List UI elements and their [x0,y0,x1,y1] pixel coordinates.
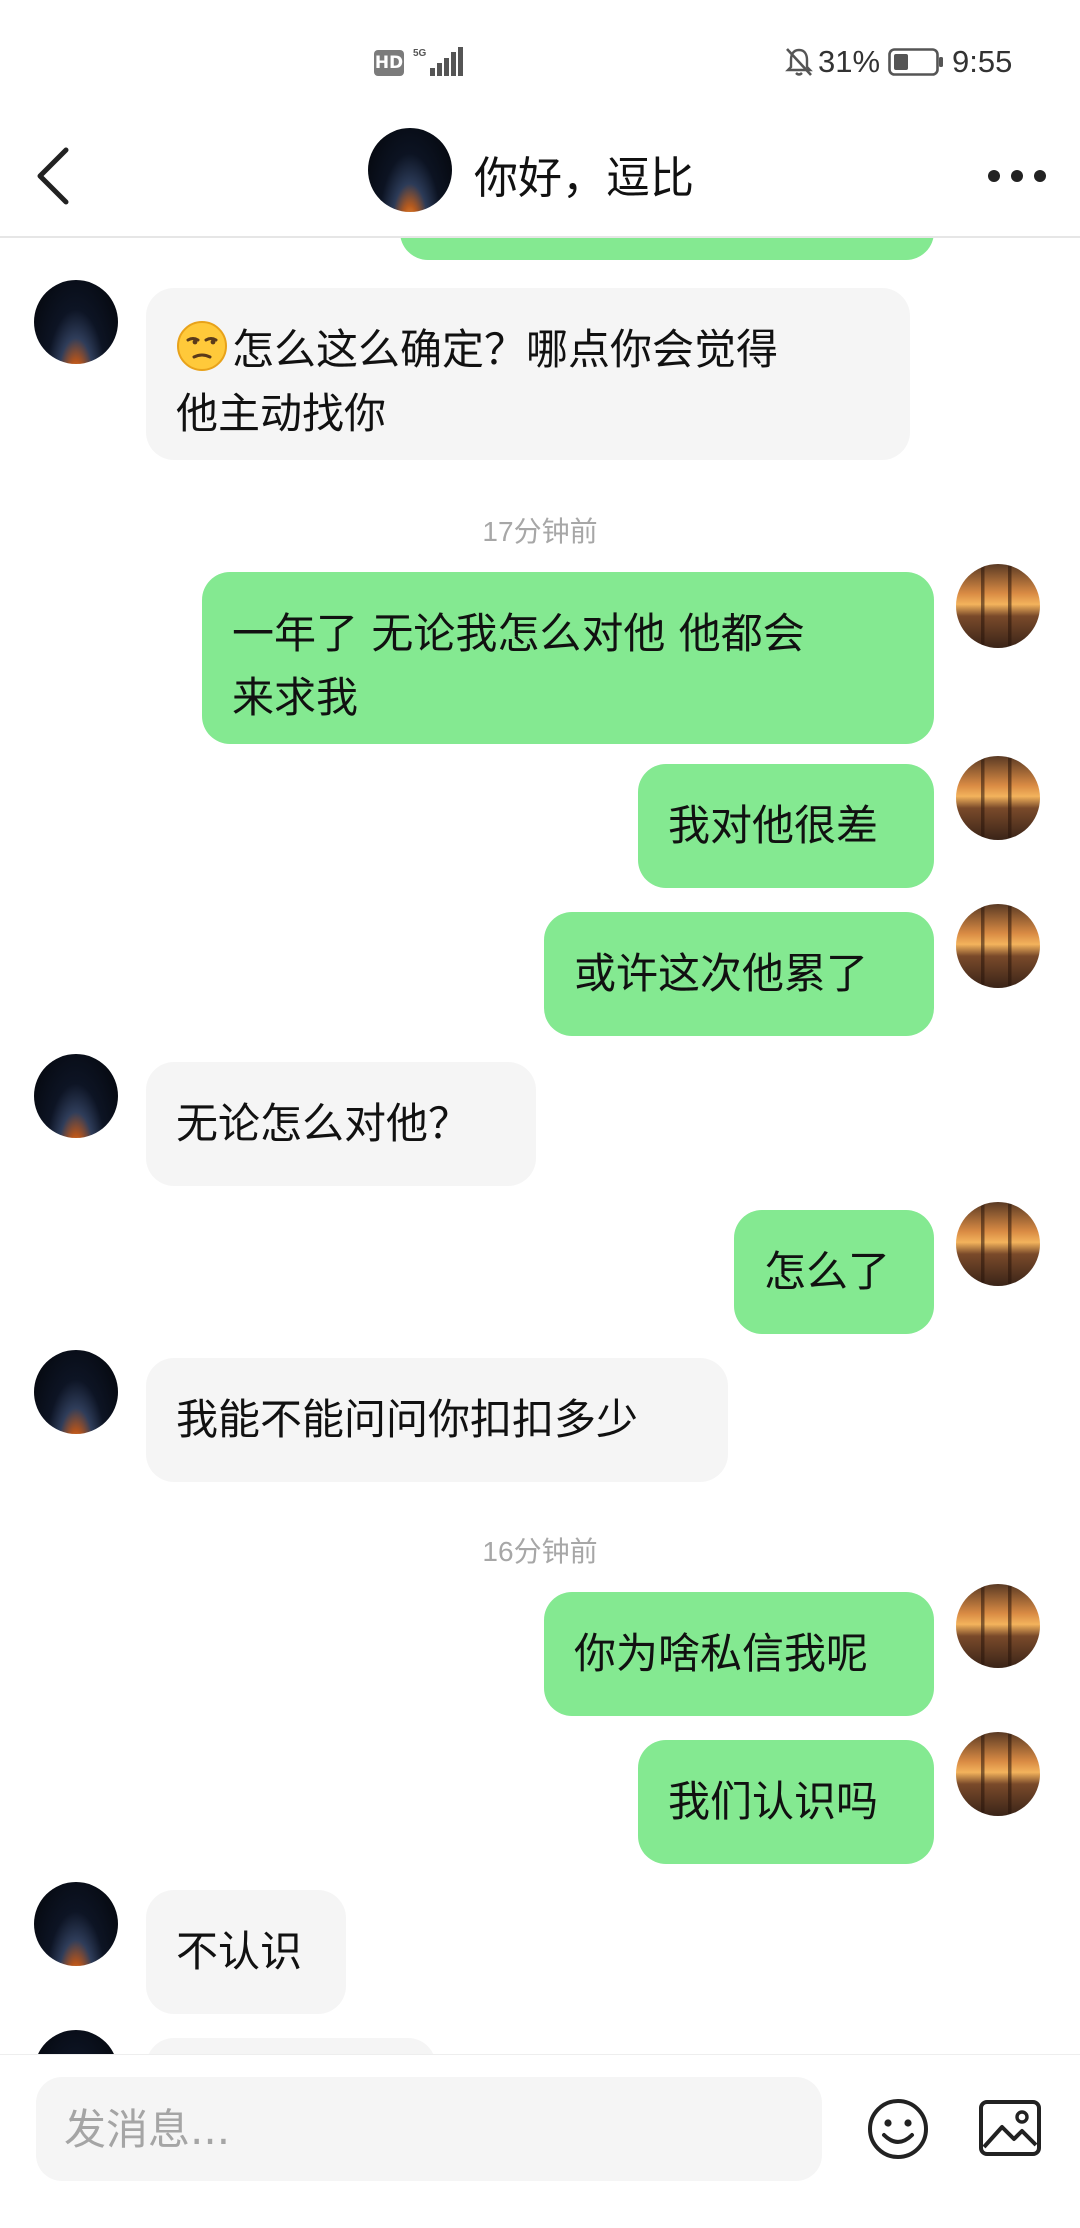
peer-avatar[interactable] [34,1882,118,1966]
battery-icon [888,48,943,76]
unamused-face-emoji-icon [177,321,227,371]
message-list[interactable]: 怎么这么确定？哪点你会觉得 他主动找你 17分钟前 一年了 无论我怎么对他 他都… [0,236,1080,2054]
my-avatar[interactable] [956,1584,1040,1668]
peer-avatar[interactable] [34,1350,118,1434]
message-text: 无论怎么对他？ [176,1099,471,1148]
my-avatar[interactable] [956,904,1040,988]
message-bubble-outgoing[interactable]: 或许这次他累了 [544,912,934,1036]
message-bubble-outgoing-cropped[interactable] [400,236,934,260]
message-bubble-outgoing[interactable]: 怎么了 [734,1210,934,1334]
chat-title: 你好，逗比 [474,153,694,204]
message-text: 我们认识吗 [668,1777,879,1826]
emoji-button[interactable] [866,2097,930,2161]
chat-header: 你好，逗比 [0,120,1080,238]
message-text-line: 怎么这么确定？哪点你会觉得 [232,325,779,374]
message-bubble-outgoing[interactable]: 我对他很差 [638,764,934,888]
status-bar: HD 5G 31% 9:55 [0,0,1080,120]
clock-time: 9:55 [952,44,1013,79]
my-avatar[interactable] [956,1202,1040,1286]
message-text: 我对他很差 [668,801,879,850]
hd-icon: HD [374,50,404,76]
message-bubble-outgoing[interactable]: 我们认识吗 [638,1740,934,1864]
message-bubble-incoming[interactable]: 无论怎么对他？ [146,1062,536,1186]
message-bubble-outgoing[interactable]: 你为啥私信我呢 [544,1592,934,1716]
peer-avatar[interactable] [34,1054,118,1138]
timestamp: 17分钟前 [482,516,598,547]
message-text-line: 来求我 [232,673,359,722]
back-button[interactable] [30,142,84,210]
signal-icon: 5G [413,47,463,76]
message-input-bar [0,2054,1080,2228]
more-dots-icon [988,170,1046,182]
message-text-line: 一年了 无论我怎么对他 他都会 [232,609,805,658]
message-text: 你为啥私信我呢 [574,1629,869,1678]
peer-avatar[interactable] [34,280,118,364]
message-text-line: 他主动找你 [176,389,387,438]
chevron-left-icon [37,147,69,205]
my-avatar[interactable] [956,756,1040,840]
battery-percent: 31% [818,44,881,79]
message-text: 或许这次他累了 [574,949,869,998]
image-button[interactable] [978,2099,1042,2157]
contact-avatar[interactable] [368,128,452,212]
svg-text:5G: 5G [413,48,427,59]
my-avatar[interactable] [956,564,1040,648]
message-text: 不认识 [176,1927,303,1976]
image-icon [979,2100,1041,2156]
message-text: 我能不能问问你扣扣多少 [176,1395,639,1444]
mute-bell-icon [785,48,813,76]
message-bubble-outgoing[interactable]: 一年了 无论我怎么对他 他都会 来求我 [202,572,934,744]
message-bubble-incoming[interactable]: 怎么这么确定？哪点你会觉得 他主动找你 [146,288,910,460]
timestamp: 16分钟前 [482,1536,598,1567]
more-options-button[interactable] [986,156,1048,196]
peer-avatar-cropped[interactable] [34,2030,118,2054]
message-input[interactable] [36,2077,822,2181]
my-avatar[interactable] [956,1732,1040,1816]
message-bubble-incoming[interactable]: 不认识 [146,1890,346,2014]
message-text: 怎么了 [764,1247,891,1296]
message-bubble-incoming-cropped[interactable] [146,2038,436,2054]
smiley-icon [868,2099,928,2159]
message-bubble-incoming[interactable]: 我能不能问问你扣扣多少 [146,1358,728,1482]
